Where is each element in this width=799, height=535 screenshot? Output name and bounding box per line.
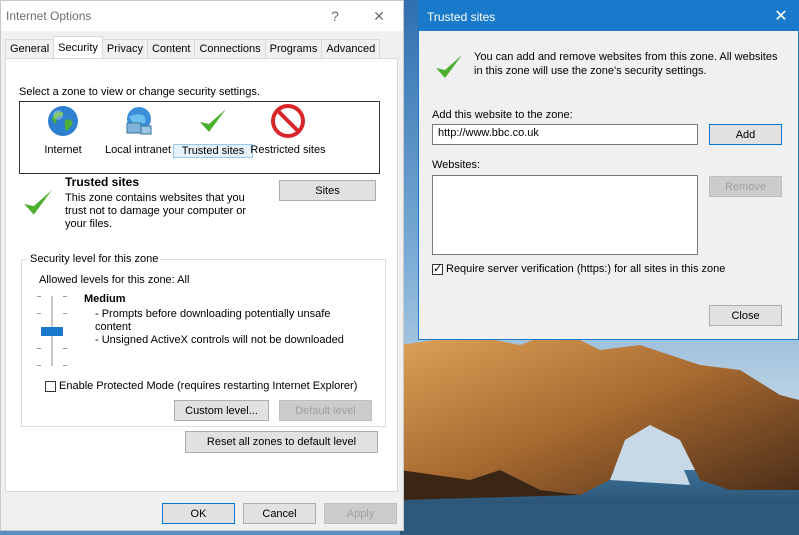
- custom-level-button[interactable]: Custom level...: [174, 400, 269, 421]
- zone-description: This zone contains websites that you tru…: [65, 192, 246, 230]
- zone-internet[interactable]: Internet: [23, 104, 103, 156]
- cancel-button[interactable]: Cancel: [243, 503, 316, 524]
- require-verification-checkbox[interactable]: [432, 262, 443, 275]
- close-icon: ✕: [373, 7, 385, 24]
- security-tab-panel: Select a zone to view or change security…: [5, 58, 398, 492]
- level-bullet: - Unsigned ActiveX controls will not be …: [95, 334, 344, 346]
- tab-advanced[interactable]: Advanced: [321, 39, 381, 58]
- zone-label: Trusted sites: [173, 144, 253, 158]
- zone-label: Local intranet: [104, 144, 172, 156]
- help-button[interactable]: ?: [323, 5, 347, 27]
- require-verification-label: Require server verification (https:) for…: [446, 263, 726, 275]
- protected-mode-option[interactable]: Enable Protected Mode (requires restarti…: [45, 380, 357, 392]
- close-dialog-button[interactable]: Close: [709, 305, 782, 326]
- close-button[interactable]: ✕: [367, 5, 391, 27]
- zone-local-intranet[interactable]: Local intranet: [98, 104, 178, 156]
- tab-content[interactable]: Content: [146, 39, 196, 58]
- tab-security[interactable]: Security: [53, 36, 103, 58]
- group-title: Security level for this zone: [28, 253, 161, 265]
- zone-trusted-sites[interactable]: Trusted sites: [173, 104, 253, 158]
- ok-button[interactable]: OK: [162, 503, 235, 524]
- level-bullet: - Prompts before downloading potentially…: [95, 308, 331, 333]
- zone-list: Internet Local intranet Trusted sites Re…: [19, 101, 380, 174]
- allowed-levels: Allowed levels for this zone: All: [39, 274, 190, 286]
- window-title: Internet Options: [6, 9, 92, 23]
- apply-button[interactable]: Apply: [324, 503, 397, 524]
- help-icon: ?: [331, 8, 339, 24]
- checkmark-icon: [24, 190, 52, 215]
- zone-label: Restricted sites: [250, 144, 326, 156]
- zone-label: Internet: [44, 144, 82, 156]
- tab-privacy[interactable]: Privacy: [101, 39, 148, 58]
- tab-connections[interactable]: Connections: [194, 39, 266, 58]
- trusted-sites-dialog: Trusted sites ✕ You can add and remove w…: [418, 0, 799, 340]
- network-icon: [126, 107, 152, 135]
- add-button[interactable]: Add: [709, 124, 782, 145]
- tab-strip: General Security Privacy Content Connect…: [5, 36, 381, 59]
- close-icon: ✕: [774, 8, 788, 25]
- checkmark-icon: [200, 109, 226, 132]
- add-label: Add this website to the zone:: [432, 109, 573, 121]
- websites-list[interactable]: [432, 175, 698, 255]
- zone-restricted-sites[interactable]: Restricted sites: [248, 104, 328, 156]
- tab-general[interactable]: General: [5, 39, 55, 58]
- default-level-button[interactable]: Default level: [279, 400, 372, 421]
- remove-button[interactable]: Remove: [709, 176, 782, 197]
- info-text: You can add and remove websites from thi…: [474, 51, 778, 77]
- slider-thumb[interactable]: [41, 327, 63, 336]
- add-website-input[interactable]: http://www.bbc.co.uk: [432, 124, 698, 145]
- zone-prompt: Select a zone to view or change security…: [19, 86, 260, 98]
- checkmark-icon: [436, 55, 462, 78]
- protected-mode-checkbox[interactable]: [45, 380, 56, 392]
- title-bar: Internet Options ? ✕: [1, 1, 403, 31]
- tab-programs[interactable]: Programs: [264, 39, 323, 58]
- websites-label: Websites:: [432, 159, 481, 171]
- title-bar: Trusted sites ✕: [419, 1, 798, 31]
- level-name: Medium: [84, 293, 126, 305]
- reset-all-zones-button[interactable]: Reset all zones to default level: [185, 431, 378, 453]
- sites-button[interactable]: Sites: [279, 180, 376, 201]
- internet-options-window: Internet Options ? ✕ General Security Pr…: [0, 0, 404, 531]
- security-level-group: Security level for this zone Allowed lev…: [21, 253, 386, 427]
- globe-icon: [48, 106, 78, 136]
- dialog-title: Trusted sites: [427, 10, 496, 24]
- require-verification-option[interactable]: Require server verification (https:) for…: [432, 262, 726, 275]
- security-level-slider[interactable]: [37, 296, 67, 368]
- close-button[interactable]: ✕: [769, 5, 793, 27]
- protected-mode-label: Enable Protected Mode (requires restarti…: [59, 380, 358, 392]
- zone-heading: Trusted sites: [65, 175, 140, 189]
- no-entry-icon: [271, 104, 305, 138]
